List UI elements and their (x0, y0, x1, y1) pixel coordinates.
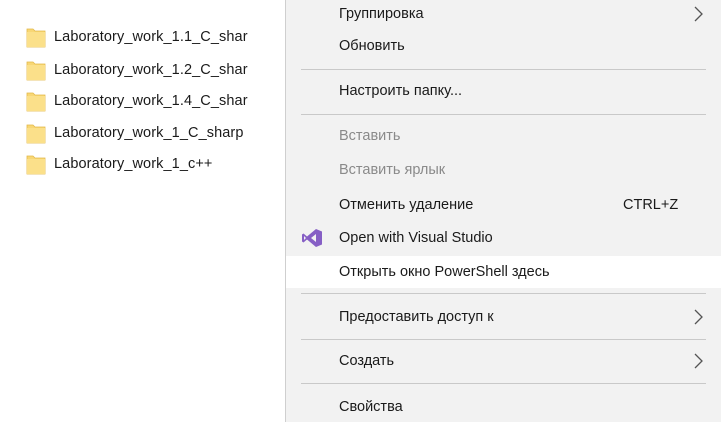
file-name: Laboratory_work_1_C_sharp (54, 125, 244, 141)
menu-item-label: Open with Visual Studio (339, 230, 493, 246)
menu-item-label: Открыть окно PowerShell здесь (339, 264, 550, 280)
context-menu: Группировка Обновить Настроить папку... … (285, 0, 721, 422)
menu-separator (301, 339, 706, 340)
list-item[interactable]: Laboratory_work_1_C_sharp (26, 120, 296, 146)
list-item[interactable]: Laboratory_work_1.4_C_shar (26, 88, 296, 114)
menu-item-customize-folder[interactable]: Настроить папку... (286, 75, 721, 107)
folder-icon (26, 155, 46, 175)
menu-item-properties[interactable]: Свойства (286, 391, 721, 422)
menu-separator (301, 383, 706, 384)
menu-item-label: Группировка (339, 6, 424, 22)
chevron-right-icon (694, 353, 703, 369)
folder-icon (26, 124, 46, 144)
menu-separator (301, 114, 706, 115)
list-item[interactable]: Laboratory_work_1_c++ (26, 151, 296, 177)
file-name: Laboratory_work_1.1_C_shar (54, 29, 248, 45)
screen: Laboratory_work_1.1_C_shar Laboratory_wo… (0, 0, 721, 422)
folder-icon (26, 92, 46, 112)
menu-separator (301, 69, 706, 70)
chevron-right-icon (694, 6, 703, 22)
file-list: Laboratory_work_1.1_C_shar Laboratory_wo… (0, 0, 290, 422)
menu-item-grouping[interactable]: Группировка (286, 0, 721, 30)
menu-item-paste-shortcut[interactable]: Вставить ярлык (286, 154, 721, 186)
menu-item-label: Свойства (339, 399, 403, 415)
menu-item-label: Создать (339, 353, 395, 369)
folder-icon (26, 61, 46, 81)
visual-studio-icon (302, 229, 322, 247)
chevron-right-icon (694, 309, 703, 325)
menu-item-open-powershell[interactable]: Открыть окно PowerShell здесь (286, 256, 721, 288)
menu-item-undo-delete[interactable]: Отменить удаление CTRL+Z (286, 189, 721, 221)
file-name: Laboratory_work_1.2_C_shar (54, 62, 248, 78)
folder-icon (26, 28, 46, 48)
menu-item-give-access-to[interactable]: Предоставить доступ к (286, 301, 721, 333)
menu-item-paste[interactable]: Вставить (286, 120, 721, 152)
file-name: Laboratory_work_1.4_C_shar (54, 93, 248, 109)
menu-item-label: Предоставить доступ к (339, 309, 494, 325)
menu-item-label: Настроить папку... (339, 83, 463, 99)
list-item[interactable]: Laboratory_work_1.1_C_shar (26, 24, 296, 50)
menu-separator (301, 293, 706, 294)
menu-item-label: Отменить удаление (339, 197, 474, 213)
menu-item-refresh[interactable]: Обновить (286, 30, 721, 62)
menu-item-shortcut: CTRL+Z (623, 197, 679, 213)
menu-item-label: Обновить (339, 38, 405, 54)
menu-item-label: Вставить ярлык (339, 162, 446, 178)
file-name: Laboratory_work_1_c++ (54, 156, 213, 172)
menu-item-label: Вставить (339, 128, 401, 144)
list-item[interactable]: Laboratory_work_1.2_C_shar (26, 57, 296, 83)
menu-item-new[interactable]: Создать (286, 345, 721, 377)
menu-item-open-with-visual-studio[interactable]: Open with Visual Studio (286, 222, 721, 254)
